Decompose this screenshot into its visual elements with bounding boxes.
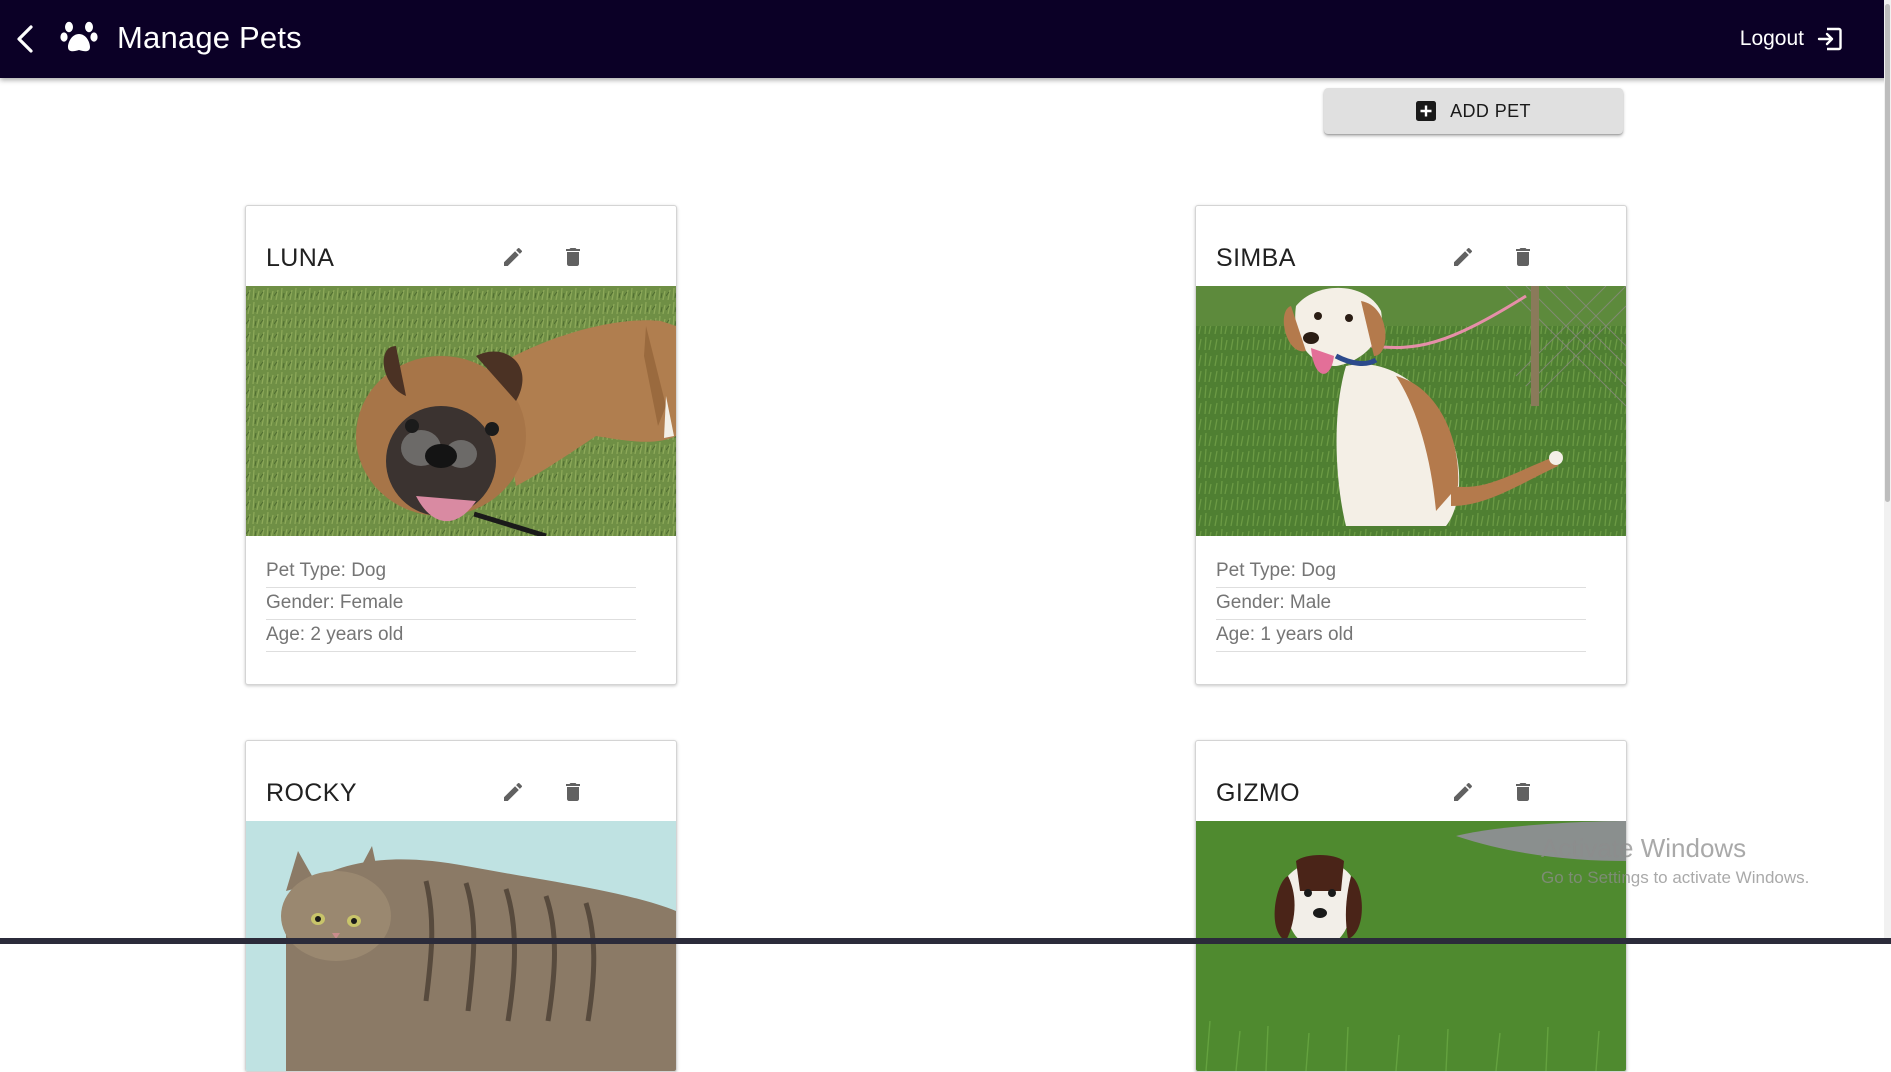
- trash-icon: [1516, 248, 1530, 266]
- pet-name: GIZMO: [1216, 779, 1300, 807]
- page-scrollbar[interactable]: [1884, 0, 1891, 944]
- pet-photo: [246, 821, 676, 1071]
- trash-icon: [1516, 783, 1530, 801]
- card-header: LUNA: [246, 206, 676, 286]
- pet-photo: [1196, 821, 1626, 1071]
- pencil-icon: [1454, 782, 1473, 801]
- edit-pet-button[interactable]: [1442, 236, 1484, 278]
- pet-name: ROCKY: [266, 779, 357, 807]
- paw-icon: [60, 21, 98, 52]
- add-pet-label: ADD PET: [1450, 100, 1531, 121]
- delete-pet-button[interactable]: [1502, 236, 1544, 278]
- pencil-icon: [1454, 247, 1473, 266]
- add-box-icon: [1416, 101, 1437, 121]
- pet-type: Pet Type: Dog: [266, 558, 636, 588]
- logout-icon: [1817, 27, 1842, 51]
- trash-icon: [566, 783, 580, 801]
- delete-pet-button[interactable]: [1502, 771, 1544, 813]
- pet-name: SIMBA: [1216, 244, 1296, 272]
- pet-card-luna: LUNA Pet Type: Dog Gender: Female Age: 2…: [245, 205, 677, 685]
- logout-label: Logout: [1739, 27, 1804, 50]
- pet-age: Age: 2 years old: [266, 622, 636, 652]
- edit-pet-button[interactable]: [492, 771, 534, 813]
- page-title: Manage Pets: [117, 20, 302, 55]
- taskbar-edge: [0, 938, 1891, 944]
- pet-age: Age: 1 years old: [1216, 622, 1586, 652]
- card-header: SIMBA: [1196, 206, 1626, 286]
- pet-gender: Gender: Female: [266, 590, 636, 620]
- app-bar: Manage Pets Logout: [0, 0, 1891, 78]
- pet-card-rocky: ROCKY: [245, 740, 677, 1072]
- add-pet-button[interactable]: ADD PET: [1324, 88, 1623, 134]
- pet-gender: Gender: Male: [1216, 590, 1586, 620]
- pencil-icon: [504, 247, 523, 266]
- delete-pet-button[interactable]: [552, 236, 594, 278]
- pencil-icon: [504, 782, 523, 801]
- pet-details: Pet Type: Dog Gender: Male Age: 1 years …: [1196, 536, 1626, 684]
- pet-card-simba: SIMBA Pet Type: Dog Gender: Male Age: 1 …: [1195, 205, 1627, 685]
- pet-card-gizmo: GIZMO: [1195, 740, 1627, 1072]
- card-header: GIZMO: [1196, 741, 1626, 821]
- chevron-left-icon: [17, 25, 33, 53]
- pet-photo: [246, 286, 676, 536]
- edit-pet-button[interactable]: [1442, 771, 1484, 813]
- logout-button[interactable]: Logout: [1740, 22, 1843, 56]
- back-button[interactable]: [10, 22, 40, 56]
- pet-type: Pet Type: Dog: [1216, 558, 1586, 588]
- scrollbar-thumb[interactable]: [1885, 4, 1890, 502]
- edit-pet-button[interactable]: [492, 236, 534, 278]
- pet-name: LUNA: [266, 244, 335, 272]
- card-header: ROCKY: [246, 741, 676, 821]
- trash-icon: [566, 248, 580, 266]
- pet-photo: [1196, 286, 1626, 536]
- pet-details: Pet Type: Dog Gender: Female Age: 2 year…: [246, 536, 676, 684]
- delete-pet-button[interactable]: [552, 771, 594, 813]
